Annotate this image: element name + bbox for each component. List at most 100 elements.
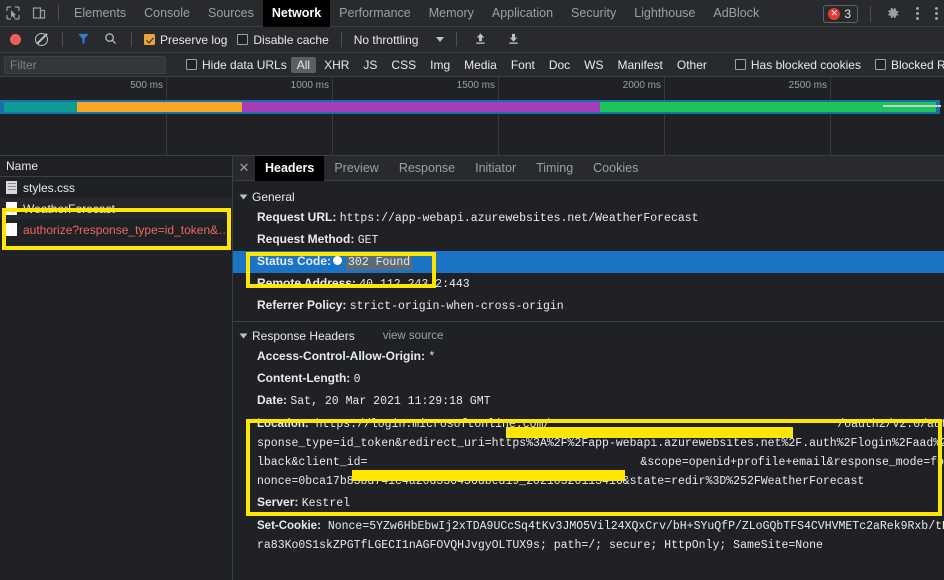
filter-type-manifest[interactable]: Manifest xyxy=(612,57,669,73)
remote-address-key: Remote Address: xyxy=(257,276,356,290)
location-line-3: lback&client_id= &scope=openid+profile+em… xyxy=(257,453,944,472)
throttling-dropdown[interactable]: No throttling xyxy=(350,33,449,47)
acao-key: Access-Control-Allow-Origin: xyxy=(257,349,426,363)
tab-timing[interactable]: Timing xyxy=(526,156,583,181)
filter-type-font[interactable]: Font xyxy=(505,57,541,73)
timeline-band xyxy=(0,100,940,114)
timeline-tail-line xyxy=(883,105,941,107)
server-value: Kestrel xyxy=(301,497,351,510)
upload-har-icon[interactable] xyxy=(474,32,487,48)
filter-type-other[interactable]: Other xyxy=(671,57,713,73)
inspect-element-icon[interactable] xyxy=(0,0,26,26)
preserve-log-checkbox-box xyxy=(144,34,155,45)
toolbar-divider-4 xyxy=(456,32,458,47)
blocked-requests-label: Blocked Requests xyxy=(890,57,944,72)
status-code-key: Status Code: xyxy=(257,254,332,268)
tab-memory[interactable]: Memory xyxy=(420,0,483,27)
timeline-bar-purple xyxy=(242,102,600,112)
clear-icon[interactable] xyxy=(35,33,48,46)
blocked-requests-checkbox[interactable]: Blocked Requests xyxy=(871,58,944,72)
tab-headers[interactable]: Headers xyxy=(255,156,325,181)
location-key: Location: xyxy=(257,418,309,430)
tab-initiator[interactable]: Initiator xyxy=(465,156,526,181)
hide-data-urls-checkbox[interactable]: Hide data URLs xyxy=(182,58,291,72)
kebab-menu-icon[interactable] xyxy=(916,7,919,20)
filter-type-doc[interactable]: Doc xyxy=(543,57,576,73)
response-headers-section-header[interactable]: Response Headers view source xyxy=(233,326,944,346)
request-url-key: Request URL: xyxy=(257,210,337,224)
set-cookie-key: Set-Cookie: xyxy=(257,520,321,532)
set-cookie-line-1: Set-Cookie: Nonce=5YZw6HbEbwIj2xTDA9UCcS… xyxy=(257,517,944,536)
tab-cookies[interactable]: Cookies xyxy=(583,156,648,181)
search-icon[interactable] xyxy=(104,32,117,48)
tab-application[interactable]: Application xyxy=(483,0,562,27)
list-item[interactable]: WeatherForecast xyxy=(0,198,232,219)
request-name: styles.css xyxy=(23,180,76,195)
devtools-tab-bar-right: ✕ 3 xyxy=(823,0,944,27)
acao-value: * xyxy=(428,351,436,364)
detail-tab-bar: ✕ Headers Preview Response Initiator Tim… xyxy=(233,156,944,181)
tab-adblock[interactable]: AdBlock xyxy=(704,0,768,27)
tab-preview[interactable]: Preview xyxy=(324,156,388,181)
download-har-icon[interactable] xyxy=(507,32,520,48)
location-line-3-pre: lback&client_id= xyxy=(257,456,368,469)
devtools-tab-bar: Elements Console Sources Network Perform… xyxy=(0,0,944,27)
header-row-set-cookie: Set-Cookie: Nonce=5YZw6HbEbwIj2xTDA9UCcS… xyxy=(233,514,944,558)
disable-cache-checkbox[interactable]: Disable cache xyxy=(233,33,332,47)
preserve-log-checkbox[interactable]: Preserve log xyxy=(140,33,231,47)
network-toolbar: Preserve log Disable cache No throttling xyxy=(0,27,944,53)
headers-content: General Request URL: https://app-webapi.… xyxy=(233,181,944,558)
timeline-bar-green xyxy=(600,102,936,112)
kebab-menu-icon-secondary[interactable] xyxy=(935,7,938,20)
tab-elements[interactable]: Elements xyxy=(65,0,135,27)
filter-input[interactable] xyxy=(4,55,166,74)
timeline-tick-500: 500 ms xyxy=(130,80,163,91)
chevron-down-icon xyxy=(239,194,248,200)
filter-type-xhr[interactable]: XHR xyxy=(318,57,355,73)
timeline-tick-1500: 1500 ms xyxy=(456,80,495,91)
network-overview-timeline[interactable]: 500 ms 1000 ms 1500 ms 2000 ms 2500 ms 3… xyxy=(0,77,944,156)
location-line-1-post: /oauth2/v2.0/authorize?re xyxy=(837,418,944,431)
request-name: authorize?response_type=id_token&r… xyxy=(23,222,232,237)
remote-address-value: 40.112.243.2:443 xyxy=(359,278,470,291)
preserve-log-label: Preserve log xyxy=(160,32,228,47)
filter-type-ws[interactable]: WS xyxy=(578,57,609,73)
timeline-tick-1000: 1000 ms xyxy=(290,80,329,91)
timeline-bar-orange xyxy=(77,102,242,112)
request-method-key: Request Method: xyxy=(257,232,355,246)
error-badge[interactable]: ✕ 3 xyxy=(823,4,858,23)
has-blocked-cookies-checkbox[interactable]: Has blocked cookies xyxy=(731,58,865,72)
close-icon[interactable]: ✕ xyxy=(233,160,255,176)
funnel-icon[interactable] xyxy=(77,32,90,48)
toolbar-divider-2 xyxy=(131,32,132,47)
view-source-link[interactable]: view source xyxy=(383,330,444,342)
network-panes: Name styles.css WeatherForecast authoriz… xyxy=(0,156,944,580)
filter-type-media[interactable]: Media xyxy=(458,57,503,73)
filter-type-js[interactable]: JS xyxy=(357,57,383,73)
list-item[interactable]: styles.css xyxy=(0,177,232,198)
filter-type-all[interactable]: All xyxy=(290,56,317,73)
general-row-status-code[interactable]: Status Code: 302 Found xyxy=(233,251,944,273)
tab-console[interactable]: Console xyxy=(135,0,199,27)
filter-type-img[interactable]: Img xyxy=(424,57,456,73)
tab-response[interactable]: Response xyxy=(389,156,465,181)
document-icon xyxy=(6,202,17,215)
device-toolbar-icon[interactable] xyxy=(26,0,52,26)
filter-type-css[interactable]: CSS xyxy=(385,57,422,73)
list-item[interactable]: authorize?response_type=id_token&r… xyxy=(0,219,232,240)
gear-icon[interactable] xyxy=(885,6,900,21)
request-detail-panel: ✕ Headers Preview Response Initiator Tim… xyxy=(233,156,944,580)
tab-security[interactable]: Security xyxy=(562,0,625,27)
general-section-header[interactable]: General xyxy=(233,187,944,207)
general-row-request-method: Request Method: GET xyxy=(233,229,944,251)
tab-network[interactable]: Network xyxy=(262,0,331,27)
tab-sources[interactable]: Sources xyxy=(199,0,263,27)
hide-data-urls-label: Hide data URLs xyxy=(202,57,287,72)
tab-lighthouse[interactable]: Lighthouse xyxy=(625,0,704,27)
status-badge xyxy=(333,256,343,265)
toolbar-divider-3 xyxy=(340,32,342,47)
set-cookie-line-2: ra83Ko0S1skZPGTfLGECI1nAGFOVQHJvgyOLTUX9… xyxy=(257,539,823,552)
tab-performance[interactable]: Performance xyxy=(330,0,420,27)
record-icon[interactable] xyxy=(10,34,21,45)
requests-column-header[interactable]: Name xyxy=(0,156,232,177)
